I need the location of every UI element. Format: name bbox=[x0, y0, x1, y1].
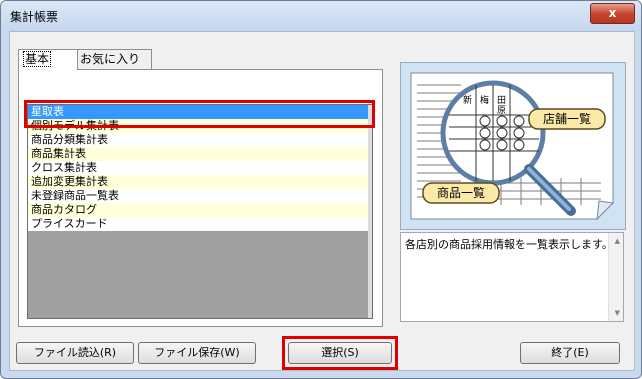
preview-header-text: 梅 bbox=[480, 94, 489, 106]
tab-basic-label: 基本 bbox=[23, 51, 52, 67]
preview-illustration: 新 梅 田 原 店舗一覧 商品一覧 bbox=[410, 72, 615, 221]
callout-product-list: 商品一覧 bbox=[437, 185, 485, 200]
description-text: 各店別の商品採用情報を一覧表示します。 bbox=[405, 238, 613, 251]
scroll-up-icon[interactable]: ▲ bbox=[615, 237, 620, 245]
list-item[interactable]: 追加変更集計表 bbox=[28, 175, 372, 189]
callout-store-list: 店舗一覧 bbox=[543, 112, 591, 126]
exit-button[interactable]: 終了(E) bbox=[520, 342, 620, 364]
report-list[interactable]: 星取表 個別モデル集計表 商品分類集計表 商品集計表 クロス集計表 追加変更集計… bbox=[27, 104, 373, 319]
dialog-client-area: 基本 お気に入り 星取表 個別モデル集計表 商品分類集計表 商品集計表 クロス集… bbox=[9, 31, 635, 371]
list-item[interactable]: 商品集計表 bbox=[28, 147, 372, 161]
list-item[interactable]: 個別モデル集計表 bbox=[28, 119, 372, 133]
list-scrollbar[interactable] bbox=[368, 105, 372, 318]
list-item[interactable]: 商品カタログ bbox=[28, 203, 372, 217]
file-load-button[interactable]: ファイル読込(R) bbox=[16, 342, 134, 364]
list-item[interactable]: クロス集計表 bbox=[28, 161, 372, 175]
dialog-window: 集計帳票 x 基本 お気に入り 星取表 個別モデル集計表 商品分類集計表 商品集… bbox=[0, 0, 642, 379]
tab-favorites[interactable]: お気に入り bbox=[75, 49, 152, 69]
tab-favorites-label: お気に入り bbox=[80, 52, 141, 66]
list-item[interactable]: 星取表 bbox=[28, 105, 372, 119]
tab-basic[interactable]: 基本 bbox=[18, 49, 78, 70]
list-item[interactable]: プライスカード bbox=[28, 217, 372, 231]
list-item[interactable]: 商品分類集計表 bbox=[28, 133, 372, 147]
file-save-button[interactable]: ファイル保存(W) bbox=[138, 342, 256, 364]
title-bar: 集計帳票 x bbox=[1, 1, 641, 31]
select-button[interactable]: 選択(S) bbox=[288, 342, 392, 364]
preview-header-text: 新 bbox=[463, 94, 472, 106]
preview-image: 新 梅 田 原 店舗一覧 商品一覧 bbox=[400, 62, 626, 230]
description-scrollbar[interactable]: ▲ ▼ bbox=[608, 233, 623, 321]
preview-header-text: 田 bbox=[497, 95, 506, 106]
close-button[interactable]: x bbox=[590, 3, 635, 24]
window-title: 集計帳票 bbox=[10, 10, 59, 24]
scroll-down-icon[interactable]: ▼ bbox=[615, 309, 620, 317]
preview-header-text: 原 bbox=[497, 105, 506, 116]
list-item[interactable]: 未登録商品一覧表 bbox=[28, 189, 372, 203]
description-box: 各店別の商品採用情報を一覧表示します。 ▲ ▼ bbox=[400, 232, 624, 322]
